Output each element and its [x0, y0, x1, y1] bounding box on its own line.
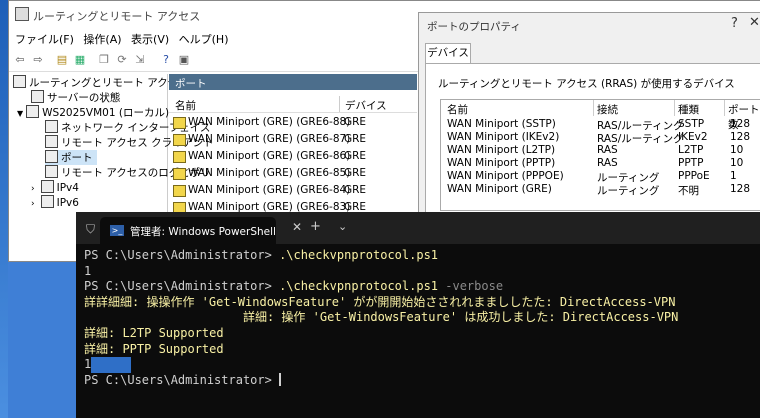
column-type[interactable]: 種類: [678, 102, 699, 117]
terminal-line: 詳細: L2TP Supported: [84, 325, 224, 340]
network-icon: [40, 195, 54, 208]
server-icon: [26, 105, 40, 118]
menu-bar: ファイル(F) 操作(A) 表示(V) ヘルプ(H): [9, 31, 419, 49]
copy-icon[interactable]: ❐: [97, 53, 111, 67]
expand-caret-icon[interactable]: ▼: [17, 109, 23, 118]
terminal-line: 1: [84, 263, 92, 278]
help-icon[interactable]: ?: [159, 53, 173, 67]
show-tree-icon[interactable]: ▦: [73, 53, 87, 67]
menu-help[interactable]: ヘルプ(H): [179, 31, 229, 47]
chevron-down-icon[interactable]: ⌄: [338, 220, 347, 233]
server-icon: [13, 75, 26, 88]
menu-view[interactable]: 表示(V): [131, 31, 169, 47]
table-row[interactable]: WAN Miniport (GRE) ルーティング 不明 128: [441, 183, 760, 197]
policy-icon: [45, 165, 58, 178]
network-icon: [40, 180, 54, 193]
column-device[interactable]: デバイス: [345, 98, 387, 113]
port-icon: [173, 134, 186, 146]
table-row[interactable]: WAN Miniport (GRE) (GRE6-87) GRE: [169, 131, 417, 148]
devices-table: 名前 接続 種類 ポート数 WAN Miniport (SSTP) RAS/ルーテ…: [440, 99, 760, 211]
terminal-line: 詳細: PPTP Supported: [84, 341, 224, 356]
table-row[interactable]: WAN Miniport (L2TP) RAS L2TP 10: [441, 144, 760, 157]
shield-icon: ⛉: [86, 222, 96, 236]
devices-description: ルーティングとリモート アクセス (RRAS) が使用するデバイス: [438, 78, 735, 90]
tab-powershell[interactable]: >_ 管理者: Windows PowerShell: [100, 217, 276, 244]
dialog-title: ポートのプロパティ: [427, 21, 521, 33]
text-cursor: [279, 372, 282, 386]
port-properties-dialog: ポートのプロパティ ? ✕ デバイス ルーティングとリモート アクセス (RRA…: [418, 12, 760, 215]
terminal-line: 詳細: 操作 'Get-WindowsFeature' は成功しました: Dir…: [84, 310, 679, 325]
rras-app-icon: [15, 7, 29, 21]
window-title: ルーティングとリモート アクセス: [33, 10, 201, 23]
list-header: ポート: [169, 74, 417, 90]
column-name[interactable]: 名前: [447, 102, 468, 117]
terminal-line: PS C:\Users\Administrator> .\checkvpnpro…: [84, 279, 504, 294]
clients-icon: [45, 135, 58, 148]
table-row[interactable]: WAN Miniport (PPPOE) ルーティング PPPoE 1: [441, 170, 760, 184]
tree-item-server-status[interactable]: サーバーの状態: [31, 90, 120, 105]
column-divider[interactable]: [674, 100, 675, 116]
port-icon: [173, 117, 186, 129]
properties-icon[interactable]: ▣: [177, 53, 191, 67]
tree-item-ipv6[interactable]: › IPv6: [31, 195, 79, 209]
up-folder-icon[interactable]: ▤: [55, 53, 69, 67]
export-icon[interactable]: ⇲: [133, 53, 147, 67]
port-icon: [173, 185, 186, 197]
table-row[interactable]: WAN Miniport (GRE) (GRE6-84) GRE: [169, 182, 417, 199]
refresh-icon[interactable]: ⟳: [115, 53, 129, 67]
tree-item-ports[interactable]: ポート: [45, 150, 97, 165]
tree-item-rras-root[interactable]: ルーティングとリモート アクセス: [13, 75, 189, 90]
toolbar: ⇦ ⇨ ▤ ▦ ❐ ⟳ ⇲ ? ▣: [9, 51, 419, 72]
table-row[interactable]: WAN Miniport (GRE) (GRE6-85) GRE: [169, 165, 417, 182]
help-button[interactable]: ?: [731, 16, 738, 31]
terminal-output[interactable]: PS C:\Users\Administrator> .\checkvpnpro…: [84, 248, 754, 388]
column-divider[interactable]: [339, 96, 340, 112]
ports-icon: [45, 150, 58, 163]
terminal-line: 詳詳細細: 操操作作 'Get-WindowsFeature' がが開開始始ささ…: [84, 294, 676, 309]
tree-item-ipv4[interactable]: › IPv4: [31, 180, 79, 194]
column-name[interactable]: 名前: [175, 98, 196, 113]
menu-file[interactable]: ファイル(F): [15, 31, 74, 47]
terminal-line: PS C:\Users\Administrator> .\checkvpnpro…: [84, 248, 439, 262]
collapse-caret-icon[interactable]: ›: [31, 199, 35, 209]
server-icon: [31, 90, 44, 103]
network-icon: [45, 120, 58, 133]
terminal-line: 1: [84, 357, 754, 373]
forward-icon[interactable]: ⇨: [31, 53, 45, 67]
close-button[interactable]: ✕: [749, 15, 760, 30]
devices-panel: ルーティングとリモート アクセス (RRAS) が使用するデバイス 名前 接続 …: [425, 63, 760, 215]
column-connection[interactable]: 接続: [597, 102, 618, 117]
column-headers: 名前 デバイス: [169, 96, 417, 113]
table-row[interactable]: WAN Miniport (GRE) (GRE6-86) GRE: [169, 148, 417, 165]
collapse-caret-icon[interactable]: ›: [31, 184, 35, 194]
table-row[interactable]: WAN Miniport (SSTP) RAS/ルーティング SSTP 128: [441, 118, 760, 132]
close-tab-icon[interactable]: ✕: [292, 220, 302, 234]
desktop-background: [0, 0, 8, 418]
table-row[interactable]: WAN Miniport (GRE) (GRE6-88) GRE: [169, 114, 417, 131]
text-selection: [91, 357, 132, 373]
powershell-window: ⛉ >_ 管理者: Windows PowerShell ✕ + ⌄ PS C:…: [76, 212, 760, 418]
powershell-icon: >_: [110, 225, 124, 236]
menu-action[interactable]: 操作(A): [83, 31, 121, 47]
port-icon: [173, 168, 186, 180]
back-icon[interactable]: ⇦: [13, 53, 27, 67]
column-divider[interactable]: [724, 100, 725, 116]
tab-title: 管理者: Windows PowerShell: [130, 226, 276, 238]
terminal-line: PS C:\Users\Administrator>: [84, 372, 282, 387]
tree-item-server[interactable]: ▼ WS2025VM01 (ローカル): [17, 105, 169, 120]
table-row[interactable]: WAN Miniport (IKEv2) RAS/ルーティング IKEv2 128: [441, 131, 760, 145]
new-tab-icon[interactable]: +: [310, 219, 321, 234]
column-divider[interactable]: [593, 100, 594, 116]
port-icon: [173, 151, 186, 163]
tab-devices[interactable]: デバイス: [425, 43, 471, 64]
table-row[interactable]: WAN Miniport (PPTP) RAS PPTP 10: [441, 157, 760, 170]
terminal-tabbar: ⛉ >_ 管理者: Windows PowerShell ✕ + ⌄: [76, 212, 760, 244]
